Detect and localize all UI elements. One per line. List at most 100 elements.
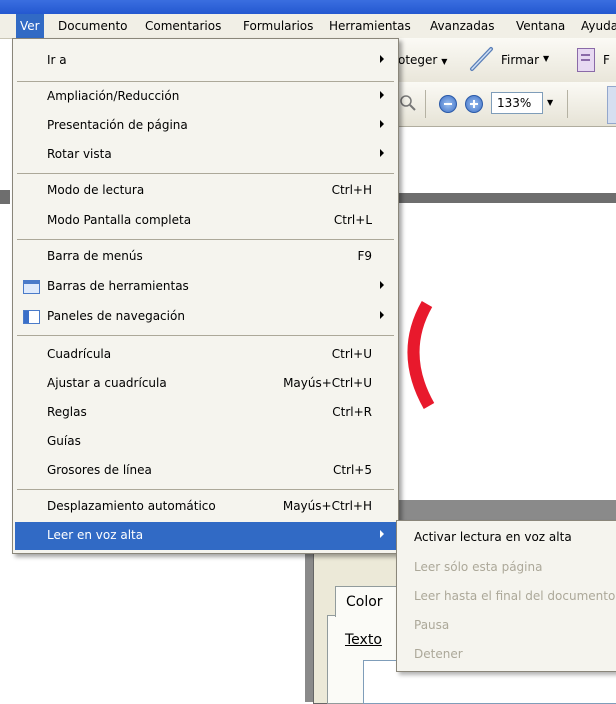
menu-item-shortcut: Ctrl+U (331, 347, 372, 361)
menu-separator (17, 335, 394, 336)
toolbar-tasks: oteger ▼ Firmar ▼ F (395, 38, 616, 83)
menu-item-label: Cuadrícula (47, 347, 112, 361)
menu-item-grosores-linea[interactable]: Grosores de línea Ctrl+5 (15, 457, 396, 485)
submenu-item-detener: Detener (397, 639, 616, 669)
submenu-arrow-icon (380, 149, 384, 157)
menu-item-presentacion[interactable]: Presentación de página (15, 112, 396, 140)
window-title-bar (0, 0, 616, 14)
menu-item-ampliacion[interactable]: Ampliación/Reducción (15, 83, 396, 111)
menu-item-desplazamiento-automatico[interactable]: Desplazamiento automático Mayús+Ctrl+H (15, 493, 396, 521)
tab-color-label: Color (346, 594, 383, 610)
menu-item-shortcut: F9 (357, 249, 372, 263)
menu-item-guias[interactable]: Guías (15, 428, 396, 456)
chevron-down-icon: ▼ (543, 54, 550, 63)
submenu-arrow-icon (380, 120, 384, 128)
form-label-partial: F (603, 53, 610, 67)
menu-item-cuadricula[interactable]: Cuadrícula Ctrl+U (15, 341, 396, 369)
menu-item-rotar-vista[interactable]: Rotar vista (15, 141, 396, 169)
menu-item-label: Desplazamiento automático (47, 499, 216, 513)
menu-item-ir-a[interactable]: Ir a (15, 47, 396, 75)
proteger-label: oteger (398, 53, 438, 67)
menu-item-label: Ir a (47, 53, 67, 67)
submenu-item-label: Detener (414, 647, 463, 661)
menu-item-label: Barras de herramientas (47, 279, 189, 293)
page-separator (395, 193, 616, 203)
menu-item-reglas[interactable]: Reglas Ctrl+R (15, 399, 396, 427)
submenu-item-pausa: Pausa (397, 610, 616, 640)
menu-item-barra-menus[interactable]: Barra de menús F9 (15, 243, 396, 271)
firmar-button[interactable]: Firmar ▼ (469, 46, 561, 74)
menu-ventana[interactable]: Ventana (512, 14, 569, 38)
menu-item-label: Ajustar a cuadrícula (47, 376, 167, 390)
menu-herramientas[interactable]: Herramientas (325, 14, 415, 38)
submenu-item-label: Pausa (414, 618, 450, 632)
toolbar-button-partial[interactable] (607, 86, 616, 124)
chevron-down-icon: ▼ (441, 57, 448, 66)
menu-item-paneles-navegacion[interactable]: Paneles de navegación (15, 303, 396, 331)
submenu-item-label: Leer sólo esta página (414, 560, 543, 574)
menu-ver[interactable]: Ver (16, 14, 44, 38)
menu-separator (17, 173, 394, 174)
document-page (403, 203, 616, 503)
divider (425, 90, 426, 118)
menu-avanzadas[interactable]: Avanzadas (426, 14, 498, 38)
menu-item-shortcut: Mayús+Ctrl+U (283, 376, 372, 390)
zoom-in-icon[interactable] (465, 95, 483, 113)
firmar-label: Firmar (501, 53, 540, 67)
submenu-item-leer-hasta-final: Leer hasta el final del documento (397, 581, 616, 611)
menu-item-label: Barra de menús (47, 249, 143, 263)
menu-comentarios[interactable]: Comentarios (141, 14, 225, 38)
menu-item-ajustar-cuadricula[interactable]: Ajustar a cuadrícula Mayús+Ctrl+U (15, 370, 396, 398)
zoom-out-icon[interactable] (439, 95, 457, 113)
pen-icon (470, 47, 493, 71)
submenu-arrow-icon (380, 311, 384, 319)
text-field-label: Texto (345, 632, 382, 648)
menu-item-label: Rotar vista (47, 147, 112, 161)
navigation-panes-icon (23, 310, 40, 324)
menu-formularios[interactable]: Formularios (239, 14, 317, 38)
menu-item-label: Grosores de línea (47, 463, 152, 477)
menu-item-modo-lectura[interactable]: Modo de lectura Ctrl+H (15, 177, 396, 205)
menu-item-shortcut: Ctrl+H (331, 183, 372, 197)
menu-separator (17, 239, 394, 240)
menu-item-barras-herramientas[interactable]: Barras de herramientas (15, 273, 396, 301)
submenu-arrow-icon (380, 55, 384, 63)
menu-item-label: Leer en voz alta (47, 528, 144, 542)
form-icon[interactable] (577, 48, 595, 72)
menu-item-shortcut: Ctrl+L (333, 213, 372, 227)
chevron-down-icon: ▼ (547, 98, 554, 107)
marquee-zoom-icon[interactable] (399, 94, 417, 112)
form-icon-lines (581, 54, 590, 56)
zoom-value: 133% (497, 96, 532, 110)
view-menu-dropdown: Ir a Ampliación/Reducción Presentación d… (12, 38, 399, 554)
submenu-arrow-icon (380, 281, 384, 289)
menu-bar: Ver Documento Comentarios Formularios He… (0, 14, 616, 39)
menu-item-label: Reglas (47, 405, 87, 419)
divider (567, 90, 568, 118)
menu-item-shortcut: Mayús+Ctrl+H (282, 499, 372, 513)
page-logo-arc (407, 301, 435, 409)
proteger-button[interactable]: oteger ▼ (398, 53, 447, 67)
menu-item-pantalla-completa[interactable]: Modo Pantalla completa Ctrl+L (15, 207, 396, 235)
submenu-item-label: Activar lectura en voz alta (414, 530, 572, 544)
menu-item-label: Modo Pantalla completa (47, 213, 192, 227)
submenu-arrow-icon (380, 530, 384, 538)
submenu-item-label: Leer hasta el final del documento (414, 589, 616, 603)
submenu-arrow-icon (380, 91, 384, 99)
menu-separator (17, 81, 394, 82)
menu-item-label: Presentación de página (47, 118, 188, 132)
toolbar-zoom: 133% ▼ (395, 82, 616, 127)
menu-documento[interactable]: Documento (54, 14, 132, 38)
menu-item-label: Guías (47, 434, 81, 448)
submenu-item-activar-lectura[interactable]: Activar lectura en voz alta (397, 522, 616, 552)
menu-item-shortcut: Ctrl+R (332, 405, 372, 419)
menu-item-label: Paneles de navegación (47, 309, 185, 323)
read-aloud-submenu: Activar lectura en voz alta Leer sólo es… (396, 520, 616, 672)
menu-ayuda[interactable]: Ayuda (577, 14, 616, 38)
menu-item-shortcut: Ctrl+5 (332, 463, 372, 477)
zoom-dropdown-button[interactable]: ▼ (544, 92, 558, 114)
menu-separator (17, 489, 394, 490)
menu-item-leer-en-voz-alta[interactable]: Leer en voz alta (15, 522, 396, 550)
zoom-level-field[interactable]: 133% (491, 92, 543, 114)
submenu-item-leer-pagina: Leer sólo esta página (397, 552, 616, 582)
